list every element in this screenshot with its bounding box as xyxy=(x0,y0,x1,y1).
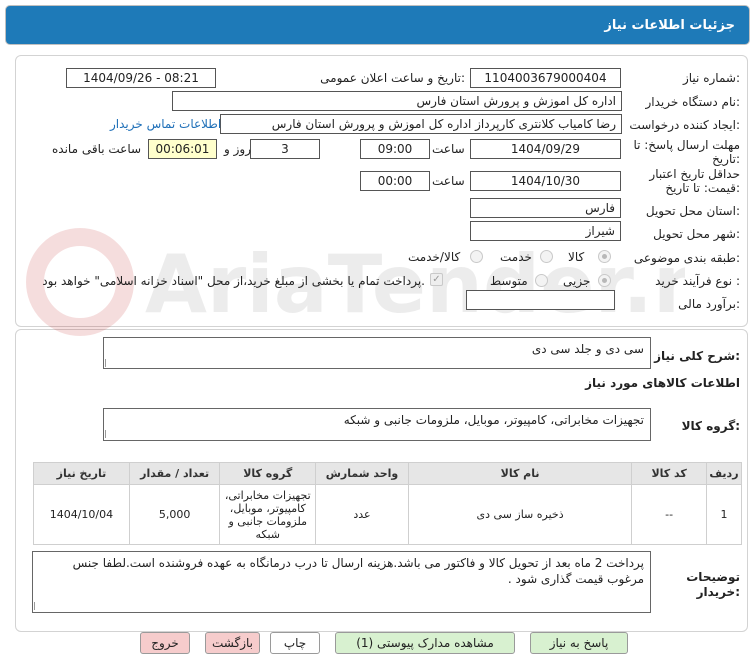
resize-grip-icon xyxy=(105,359,113,367)
th-group: گروه کالا xyxy=(219,462,317,485)
province-label: استان محل تحویل: xyxy=(645,204,740,218)
deadline-time-label: ساعت xyxy=(432,142,465,156)
budget-field xyxy=(466,290,615,310)
category-radio-service[interactable] xyxy=(540,250,553,263)
days-label: روز و xyxy=(224,142,251,156)
validity-date-field: 1404/10/30 xyxy=(470,171,621,191)
city-field: شیراز xyxy=(470,221,621,241)
remaining-time-field: 00:06:01 xyxy=(148,139,217,159)
cell-qty: 5,000 xyxy=(128,484,221,545)
goods-info-title: اطلاعات کالاهای مورد نیاز xyxy=(585,376,740,390)
days-field: 3 xyxy=(250,139,320,159)
process-option-medium: متوسط xyxy=(490,274,528,288)
exit-button[interactable]: خروج xyxy=(140,632,190,654)
th-unit: واحد شمارش xyxy=(315,462,409,485)
summary-label: شرح کلی نیاز: xyxy=(654,349,740,363)
category-option-goods: کالا xyxy=(568,250,585,264)
notes-label-2: خریدار: xyxy=(696,585,740,599)
table-header-row: ردیف کد کالا نام کالا واحد شمارش گروه کا… xyxy=(33,462,743,485)
page-title: جزئیات اطلاعات نیاز xyxy=(604,18,735,33)
cell-group: تجهیزات مخابراتی، کامپیوتر، موبایل، ملزو… xyxy=(219,484,317,545)
category-radio-goods[interactable] xyxy=(598,250,611,263)
deadline-time-field: 09:00 xyxy=(360,139,430,159)
city-label: شهر محل تحویل: xyxy=(653,227,740,241)
cell-code: -- xyxy=(631,484,707,545)
category-option-service: خدمت xyxy=(500,250,532,264)
th-code: کد کالا xyxy=(631,462,707,485)
process-radio-minor[interactable] xyxy=(598,274,611,287)
summary-field: سی دی و جلد سی دی xyxy=(103,337,651,369)
deadline-label: مهلت ارسال پاسخ: تا xyxy=(633,138,740,152)
announce-field: 1404/09/26 - 08:21 xyxy=(66,68,216,88)
cell-unit: عدد xyxy=(315,484,409,545)
creator-label: ایجاد کننده درخواست: xyxy=(629,118,740,132)
cell-name: ذخیره ساز سی دی xyxy=(407,484,633,545)
buyer-field: اداره کل اموزش و پرورش استان فارس xyxy=(172,91,622,111)
process-radio-medium[interactable] xyxy=(535,274,548,287)
th-name: نام کالا xyxy=(407,462,633,485)
validity-time-field: 00:00 xyxy=(360,171,430,191)
process-option-minor: جزیی xyxy=(563,274,591,288)
province-field: فارس xyxy=(470,198,621,218)
need-number-label: شماره نیاز: xyxy=(682,71,740,85)
treasury-checkbox[interactable]: ✓ xyxy=(430,273,443,286)
announce-label: تاریخ و ساعت اعلان عمومی: xyxy=(320,71,465,85)
goods-table: ردیف کد کالا نام کالا واحد شمارش گروه کا… xyxy=(33,462,743,545)
goods-group-field: تجهیزات مخابراتی، کامپیوتر، موبایل، ملزو… xyxy=(103,408,651,441)
reply-button[interactable]: پاسخ به نیاز xyxy=(530,632,628,654)
header-bar: جزئیات اطلاعات نیاز xyxy=(5,5,750,45)
cell-row: 1 xyxy=(705,484,743,545)
buyer-label: نام دستگاه خریدار: xyxy=(645,95,741,109)
category-radio-goods-service[interactable] xyxy=(470,250,483,263)
need-number-field: 1104003679000404 xyxy=(470,68,621,88)
payment-note: پرداخت تمام یا بخشی از مبلغ خرید،از محل … xyxy=(42,274,425,288)
cell-date: 1404/10/04 xyxy=(33,484,130,545)
category-option-goods-service: کالا/خدمت xyxy=(408,250,461,264)
back-button[interactable]: بازگشت xyxy=(205,632,260,654)
validity-time-label: ساعت xyxy=(432,174,465,188)
notes-label: توضیحات xyxy=(686,570,740,584)
budget-label: برآورد مالی: xyxy=(678,297,740,311)
validity-label: حداقل تاریخ اعتبار xyxy=(649,167,740,181)
th-date: تاریخ نیاز xyxy=(33,462,130,485)
print-button[interactable]: چاپ xyxy=(270,632,320,654)
th-qty: تعداد / مقدار xyxy=(128,462,221,485)
notes-field: پرداخت 2 ماه بعد از تحویل کالا و فاکتور … xyxy=(32,551,651,613)
deadline-date-field: 1404/09/29 xyxy=(470,139,621,159)
buyer-contact-link[interactable]: اطلاعات تماس خریدار xyxy=(110,117,221,131)
goods-group-label: گروه کالا: xyxy=(681,419,740,433)
validity-label-2: قیمت: تا تاریخ: xyxy=(665,181,740,195)
view-attachments-button[interactable]: مشاهده مدارک پیوستی (1) xyxy=(335,632,515,654)
category-label: طبقه بندی موضوعی: xyxy=(633,251,740,265)
creator-field: رضا کامیاب کلانتری کارپرداز اداره کل امو… xyxy=(220,114,622,134)
process-label: نوع فرآیند خرید : xyxy=(655,274,740,288)
th-row: ردیف xyxy=(705,462,743,485)
remaining-label: ساعت باقی مانده xyxy=(52,142,142,156)
table-row: 1 -- ذخیره ساز سی دی عدد تجهیزات مخابرات… xyxy=(33,484,743,545)
resize-grip-icon-3 xyxy=(34,602,42,610)
resize-grip-icon-2 xyxy=(105,430,113,438)
deadline-label-2: تاریخ: xyxy=(712,152,740,166)
